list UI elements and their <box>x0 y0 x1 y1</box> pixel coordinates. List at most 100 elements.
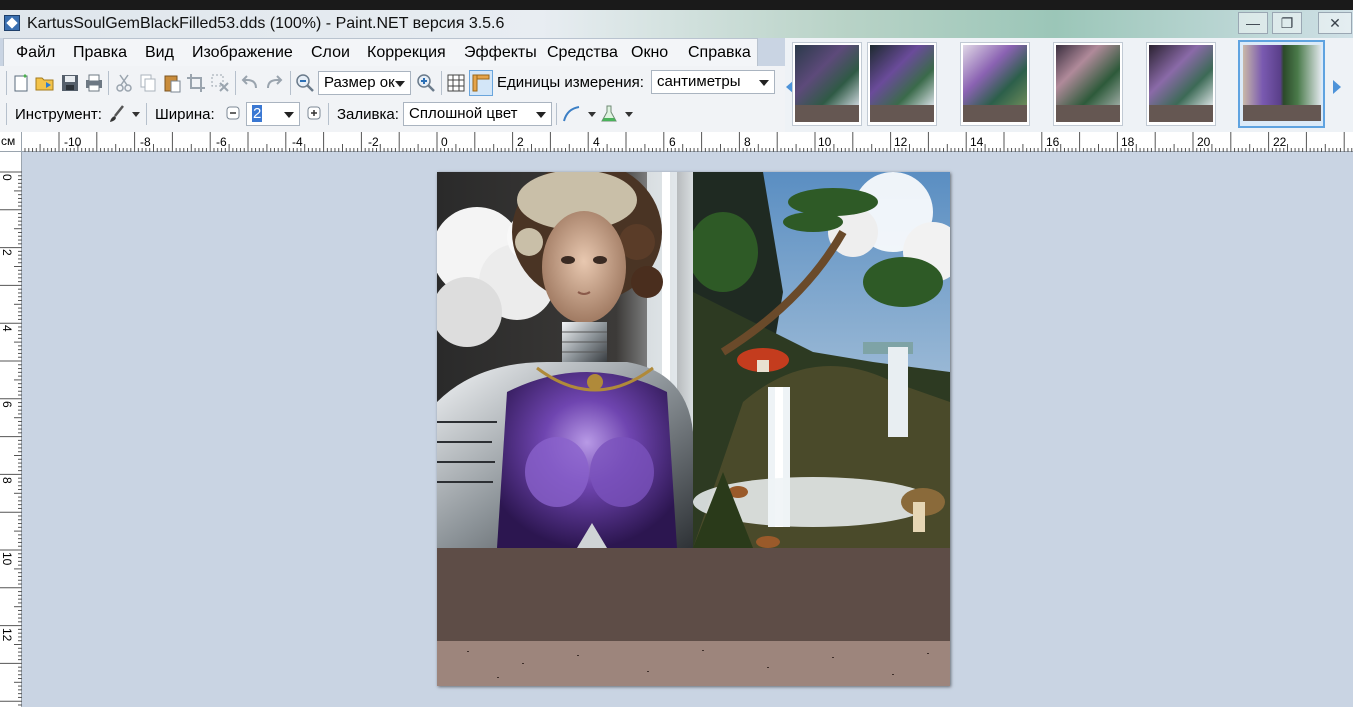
ruler-tick-label: 10 <box>818 135 832 149</box>
ruler-tick-label: 4 <box>593 135 600 149</box>
cut-icon[interactable] <box>114 73 134 93</box>
menu-adjustments[interactable]: Коррекция <box>367 44 446 62</box>
ruler-tick-label: 4 <box>0 325 14 332</box>
print-icon[interactable] <box>84 73 104 93</box>
paintnet-app-icon[interactable] <box>4 15 20 31</box>
light-brown-band <box>437 641 950 686</box>
waterfall-landscape-panel <box>693 172 950 548</box>
chevron-down-icon <box>536 112 546 118</box>
menu-file[interactable]: Файл <box>16 44 55 62</box>
ruler-tick-label: -6 <box>216 135 227 149</box>
minimize-button[interactable]: — <box>1238 12 1268 34</box>
ruler-icon <box>472 74 490 92</box>
thumbnail-image <box>1149 45 1213 105</box>
blend-mode-flask-icon[interactable] <box>599 104 619 124</box>
ruler-tick-label: 8 <box>0 477 14 484</box>
thumbnail-image <box>870 45 934 105</box>
chevron-down-icon[interactable] <box>132 112 140 117</box>
brush-width-value[interactable]: 2 <box>252 105 263 122</box>
thumbnail-image <box>795 45 859 105</box>
window-title: KartusSoulGemBlackFilled53.dds (100%) - … <box>27 15 505 32</box>
chevron-down-icon[interactable] <box>625 112 633 117</box>
ruler-tick-label: -10 <box>64 135 82 149</box>
menu-utilities[interactable]: Средства <box>547 44 618 62</box>
units-value: сантиметры <box>657 73 741 90</box>
close-button[interactable]: ✕ <box>1318 12 1352 34</box>
ruler-tick-label: 16 <box>1046 135 1060 149</box>
minimize-icon: — <box>1246 15 1260 31</box>
ruler-tick-label: 18 <box>1121 135 1135 149</box>
menu-image[interactable]: Изображение <box>192 44 293 62</box>
zoom-value: Размер ок <box>324 74 395 91</box>
menu-view[interactable]: Вид <box>145 44 174 62</box>
undo-icon[interactable] <box>240 73 260 93</box>
rulers-toggle-button[interactable] <box>469 70 493 96</box>
ruler-tick-label: 20 <box>1197 135 1211 149</box>
open-folder-icon[interactable] <box>35 73 55 93</box>
paintbrush-icon[interactable] <box>107 104 127 124</box>
deselect-icon[interactable] <box>210 73 230 93</box>
thumbnail-image <box>1056 45 1120 105</box>
ruler-tick-label: 8 <box>744 135 751 149</box>
image-tab-4[interactable] <box>1053 42 1123 126</box>
chevron-down-icon[interactable] <box>588 112 596 117</box>
image-tabs-strip <box>785 38 1353 132</box>
save-icon[interactable] <box>60 73 80 93</box>
tool-options-bar: Инструмент: Ширина: 2 Заливка: Сплошной … <box>0 99 785 129</box>
image-tab-2[interactable] <box>867 42 937 126</box>
paste-icon[interactable] <box>162 73 182 93</box>
ruler-tick-label: -2 <box>368 135 379 149</box>
title-bar: KartusSoulGemBlackFilled53.dds (100%) - … <box>0 0 1353 38</box>
image-tab-1[interactable] <box>792 42 862 126</box>
antialiasing-icon[interactable] <box>562 104 582 124</box>
vertical-ruler-ticks <box>0 171 22 706</box>
brush-width-combo[interactable]: 2 <box>246 102 300 126</box>
units-label: Единицы измерения: <box>497 74 644 91</box>
tool-label: Инструмент: <box>15 106 102 123</box>
ruler-tick-label: 0 <box>0 174 14 181</box>
ruler-tick-label: 10 <box>0 552 14 566</box>
grid-icon[interactable] <box>446 73 466 93</box>
menu-layers[interactable]: Слои <box>311 44 350 62</box>
ruler-tick-label: 12 <box>894 135 908 149</box>
image-tab-5[interactable] <box>1146 42 1216 126</box>
image-tab-3[interactable] <box>960 42 1030 126</box>
redo-icon[interactable] <box>264 73 284 93</box>
dark-brown-band <box>437 548 950 641</box>
image-canvas[interactable] <box>437 172 950 686</box>
fill-value: Сплошной цвет <box>409 105 518 122</box>
chevron-down-icon <box>284 112 294 118</box>
thumbnail-image <box>1243 45 1321 105</box>
image-tab-active[interactable] <box>1238 40 1325 128</box>
ruler-unit-label: см <box>0 132 22 152</box>
increase-icon[interactable] <box>306 105 322 121</box>
new-document-icon[interactable] <box>12 73 32 93</box>
menu-edit[interactable]: Правка <box>73 44 127 62</box>
restore-button[interactable]: ❐ <box>1272 12 1302 34</box>
decrease-icon[interactable] <box>225 105 241 121</box>
restore-icon: ❐ <box>1280 15 1294 31</box>
copy-icon[interactable] <box>138 73 158 93</box>
menu-window[interactable]: Окно <box>631 44 668 62</box>
thumbnail-image <box>963 45 1027 105</box>
crop-icon[interactable] <box>186 73 206 93</box>
ruler-tick-label: 6 <box>0 401 14 408</box>
horizontal-ruler: -10 -8 -6 -4 -2 0 2 4 6 8 10 12 14 16 18… <box>22 132 1353 152</box>
main-toolbar: Размер ок Единицы измерения: сантиметры <box>0 67 785 98</box>
zoom-combo[interactable]: Размер ок <box>318 71 411 95</box>
ruler-tick-label: 22 <box>1273 135 1287 149</box>
chevron-down-icon <box>759 80 769 86</box>
zoom-out-icon[interactable] <box>295 73 315 93</box>
ruler-tick-label: 12 <box>0 628 14 642</box>
menu-effects[interactable]: Эффекты <box>464 44 537 62</box>
zoom-in-icon[interactable] <box>416 73 436 93</box>
scroll-right-icon[interactable] <box>1333 80 1341 94</box>
ruler-tick-label: 14 <box>970 135 984 149</box>
ruler-tick-label: -4 <box>292 135 303 149</box>
ruler-tick-label: -8 <box>140 135 151 149</box>
menu-help[interactable]: Справка <box>688 44 751 62</box>
ruler-tick-label: 2 <box>0 249 14 256</box>
fill-combo[interactable]: Сплошной цвет <box>403 102 552 126</box>
ruler-tick-label: 6 <box>669 135 676 149</box>
units-combo[interactable]: сантиметры <box>651 70 775 94</box>
